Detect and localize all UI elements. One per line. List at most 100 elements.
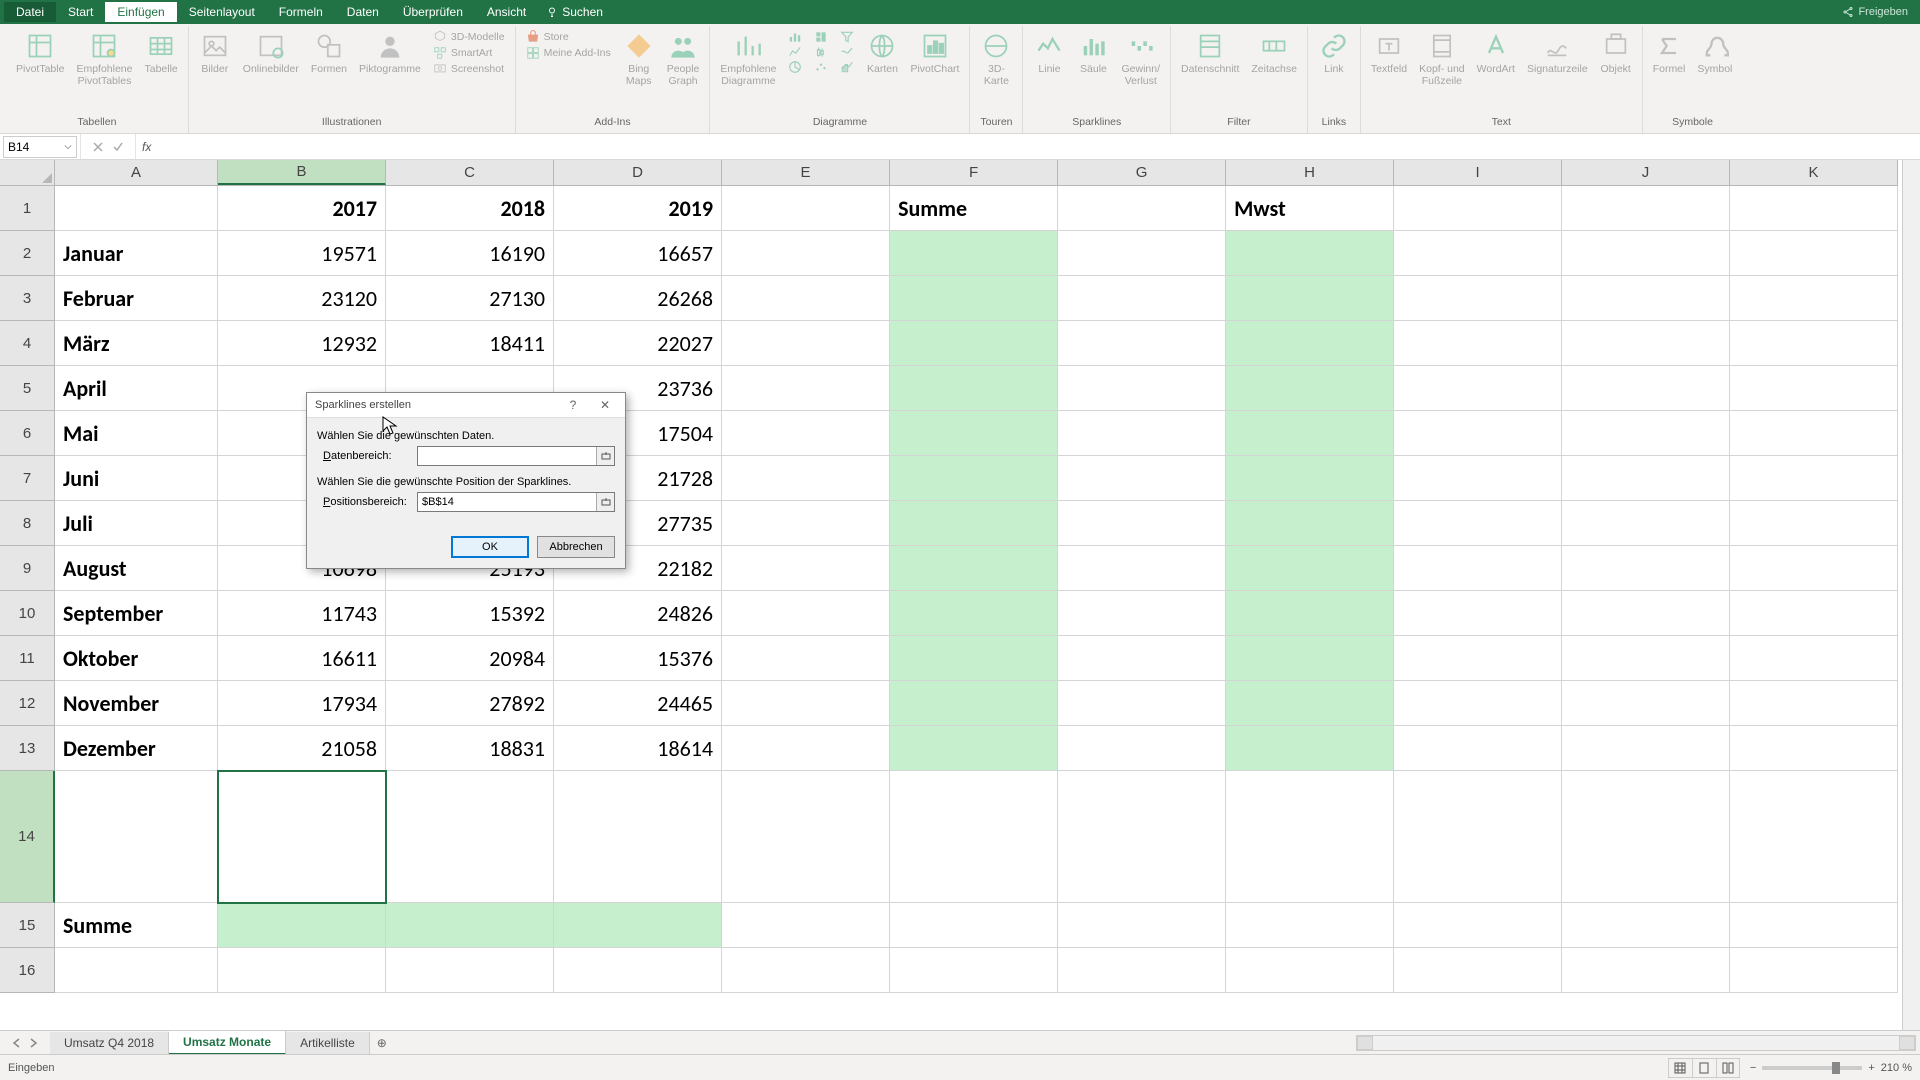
cell-A15[interactable]: Summe [55, 903, 218, 948]
cell-J13[interactable] [1562, 726, 1730, 771]
zoom-in-button[interactable]: + [1868, 1062, 1874, 1074]
cell-K14[interactable] [1730, 771, 1898, 903]
smartart-button[interactable]: SmartArt [433, 46, 505, 60]
cell-J16[interactable] [1562, 948, 1730, 993]
menu-data[interactable]: Daten [335, 2, 391, 22]
cell-J11[interactable] [1562, 636, 1730, 681]
cell-H14[interactable] [1226, 771, 1394, 903]
cell-D14[interactable] [554, 771, 722, 903]
cell-C10[interactable]: 15392 [386, 591, 554, 636]
column-header-F[interactable]: F [890, 160, 1058, 185]
row-header-15[interactable]: 15 [0, 903, 55, 948]
cell-A10[interactable]: September [55, 591, 218, 636]
horizontal-scrollbar[interactable] [1356, 1035, 1916, 1051]
3d-models-button[interactable]: 3D-Modelle [433, 30, 505, 44]
menu-view[interactable]: Ansicht [475, 2, 538, 22]
cell-F16[interactable] [890, 948, 1058, 993]
cell-J1[interactable] [1562, 186, 1730, 231]
sheet-tab-0[interactable]: Umsatz Q4 2018 [50, 1032, 169, 1054]
cell-F11[interactable] [890, 636, 1058, 681]
cell-E7[interactable] [722, 456, 890, 501]
cell-D10[interactable]: 24826 [554, 591, 722, 636]
cell-K13[interactable] [1730, 726, 1898, 771]
cell-H9[interactable] [1226, 546, 1394, 591]
column-header-E[interactable]: E [722, 160, 890, 185]
cell-I7[interactable] [1394, 456, 1562, 501]
chart-funnel-icon[interactable] [840, 30, 854, 44]
screenshot-button[interactable]: Screenshot [433, 62, 505, 76]
cell-A8[interactable]: Juli [55, 501, 218, 546]
chart-hier-icon[interactable] [814, 30, 828, 44]
cell-I14[interactable] [1394, 771, 1562, 903]
cell-H6[interactable] [1226, 411, 1394, 456]
cell-I13[interactable] [1394, 726, 1562, 771]
cell-J4[interactable] [1562, 321, 1730, 366]
cell-B12[interactable]: 17934 [218, 681, 386, 726]
cell-G2[interactable] [1058, 231, 1226, 276]
cell-E12[interactable] [722, 681, 890, 726]
cell-D3[interactable]: 26268 [554, 276, 722, 321]
wordart-button[interactable]: WordArt [1473, 28, 1519, 78]
menu-file[interactable]: Datei [4, 2, 56, 22]
zoom-level[interactable]: 210 % [1881, 1062, 1912, 1074]
cell-J9[interactable] [1562, 546, 1730, 591]
cell-B1[interactable]: 2017 [218, 186, 386, 231]
cell-I1[interactable] [1394, 186, 1562, 231]
sparkline-column-button[interactable]: Säule [1073, 28, 1113, 78]
add-sheet-button[interactable]: ⊕ [370, 1036, 394, 1050]
cell-A7[interactable]: Juni [55, 456, 218, 501]
maps-button[interactable]: Karten [862, 28, 902, 78]
cell-I4[interactable] [1394, 321, 1562, 366]
column-header-G[interactable]: G [1058, 160, 1226, 185]
cell-F5[interactable] [890, 366, 1058, 411]
cell-D16[interactable] [554, 948, 722, 993]
cell-F6[interactable] [890, 411, 1058, 456]
column-headers[interactable]: ABCDEFGHIJK [55, 160, 1898, 186]
cell-I11[interactable] [1394, 636, 1562, 681]
cell-E1[interactable] [722, 186, 890, 231]
cell-G1[interactable] [1058, 186, 1226, 231]
row-header-3[interactable]: 3 [0, 276, 55, 321]
cell-F3[interactable] [890, 276, 1058, 321]
column-header-H[interactable]: H [1226, 160, 1394, 185]
cell-A5[interactable]: April [55, 366, 218, 411]
timeline-button[interactable]: Zeitachse [1247, 28, 1301, 78]
store-button[interactable]: Store [526, 30, 611, 44]
cell-J12[interactable] [1562, 681, 1730, 726]
row-header-11[interactable]: 11 [0, 636, 55, 681]
shapes-button[interactable]: Formen [307, 28, 351, 78]
cell-H16[interactable] [1226, 948, 1394, 993]
header-footer-button[interactable]: Kopf- und Fußzeile [1415, 28, 1469, 89]
cell-F12[interactable] [890, 681, 1058, 726]
people-graph-button[interactable]: People Graph [663, 28, 704, 89]
cell-E14[interactable] [722, 771, 890, 903]
cell-G8[interactable] [1058, 501, 1226, 546]
cell-I15[interactable] [1394, 903, 1562, 948]
column-header-K[interactable]: K [1730, 160, 1898, 185]
signature-line-button[interactable]: Signaturzeile [1523, 28, 1592, 78]
cell-G4[interactable] [1058, 321, 1226, 366]
pivottable-button[interactable]: PivotTable [12, 28, 68, 78]
row-header-2[interactable]: 2 [0, 231, 55, 276]
cell-C13[interactable]: 18831 [386, 726, 554, 771]
cell-C16[interactable] [386, 948, 554, 993]
cell-D1[interactable]: 2019 [554, 186, 722, 231]
cell-C14[interactable] [386, 771, 554, 903]
recommended-charts-button[interactable]: Empfohlene Diagramme [716, 28, 780, 89]
cell-H8[interactable] [1226, 501, 1394, 546]
online-pictures-button[interactable]: Onlinebilder [239, 28, 303, 78]
cell-J2[interactable] [1562, 231, 1730, 276]
ok-button[interactable]: OK [451, 536, 529, 558]
select-all-corner[interactable] [0, 160, 55, 186]
cell-C2[interactable]: 16190 [386, 231, 554, 276]
tell-me-search[interactable]: Suchen [546, 5, 603, 19]
cell-I12[interactable] [1394, 681, 1562, 726]
row-header-12[interactable]: 12 [0, 681, 55, 726]
pivotchart-button[interactable]: PivotChart [906, 28, 963, 78]
sheet-prev-icon[interactable] [12, 1038, 22, 1048]
cell-F10[interactable] [890, 591, 1058, 636]
cell-I16[interactable] [1394, 948, 1562, 993]
cell-H4[interactable] [1226, 321, 1394, 366]
formula-enter-button[interactable] [109, 138, 127, 156]
cell-F7[interactable] [890, 456, 1058, 501]
